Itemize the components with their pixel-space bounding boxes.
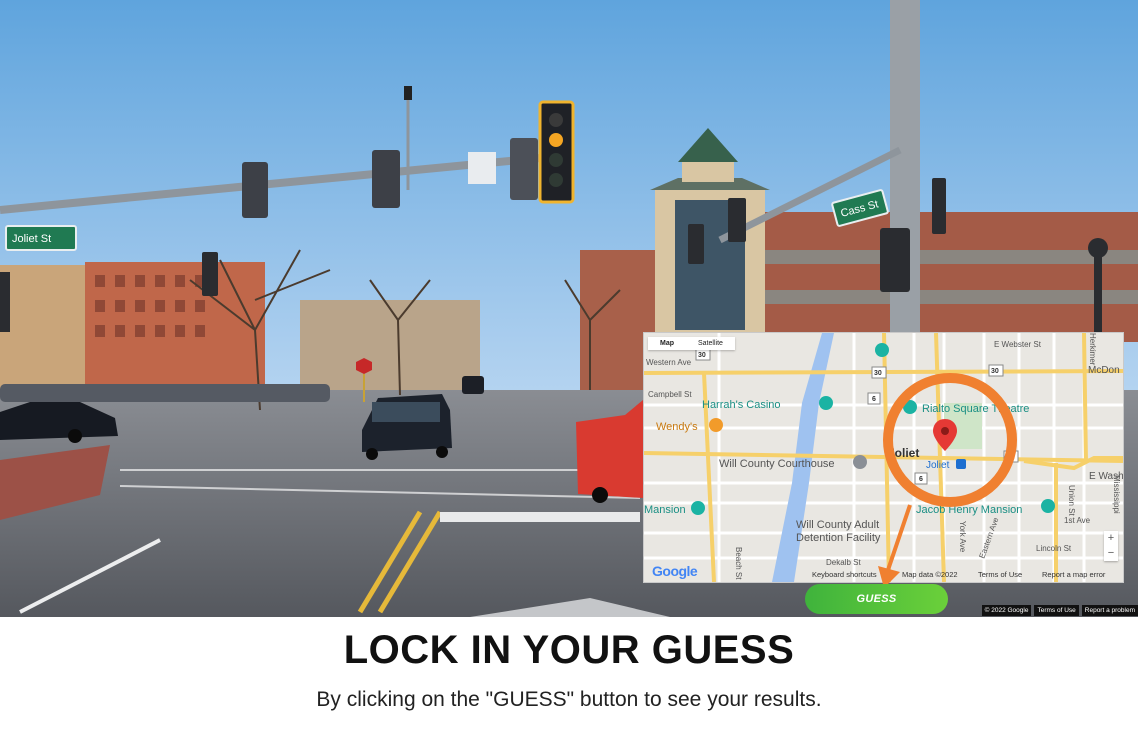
courthouse-icon[interactable] [853, 455, 867, 469]
zoom-out-button[interactable]: − [1104, 546, 1118, 561]
route-shield-2: 30 [874, 370, 882, 377]
route-shield-5: 6 [919, 476, 923, 483]
train-station-icon[interactable] [956, 459, 966, 469]
route-shield-3: 30 [991, 368, 999, 375]
museum-icon[interactable] [875, 343, 889, 357]
keyboard-shortcuts-link[interactable]: Keyboard shortcuts [812, 570, 877, 579]
museum-icon[interactable] [1041, 499, 1055, 513]
casino-icon[interactable] [819, 396, 833, 410]
map-label-union: Union St [1067, 485, 1076, 516]
map-label-mcdon: McDon [1088, 365, 1120, 376]
zoom-in-button[interactable]: + [1104, 531, 1118, 546]
route-shield-1: 30 [698, 352, 706, 359]
map-label-herkimer: Herkimer [1088, 333, 1097, 366]
streetview-report-link[interactable]: Report a problem [1081, 605, 1138, 616]
streetview-footer: © 2022 Google Terms of Use Report a prob… [981, 605, 1138, 616]
map-label-mississippi: Mississippi [1112, 475, 1121, 514]
map-place-jacob: Jacob Henry Mansion [916, 504, 1022, 516]
map-place-harrahs: Harrah's Casino [702, 399, 781, 411]
museum-icon[interactable] [691, 501, 705, 515]
map-label-e-webster: E Webster St [994, 340, 1042, 349]
map-place-joliet-station: Joliet [926, 460, 950, 471]
traffic-light-icon [538, 100, 575, 204]
map-place-wendys: Wendy's [656, 421, 698, 433]
zoom-control: + − [1104, 531, 1118, 561]
map-place-detention-1: Will County Adult [796, 519, 879, 531]
map-place-detention-2: Detention Facility [796, 532, 881, 544]
map-terms-link[interactable]: Terms of Use [978, 570, 1022, 579]
route-shield-4: 6 [872, 396, 876, 403]
map-place-mansion-left: Mansion [644, 504, 686, 516]
page-subtitle: By clicking on the "GUESS" button to see… [316, 688, 822, 711]
map-label-western: Western Ave [646, 358, 692, 367]
report-map-error-link[interactable]: Report a map error [1042, 570, 1105, 579]
page-title: LOCK IN YOUR GUESS [343, 628, 795, 672]
tab-satellite[interactable]: Satellite [686, 337, 735, 350]
google-logo: Google [652, 563, 698, 579]
street-sign-left: Joliet St [12, 233, 51, 245]
tab-map[interactable]: Map [648, 337, 686, 350]
map-label-dekalb: Dekalb St [826, 558, 861, 567]
guess-button[interactable]: GUESS [805, 584, 948, 614]
map-label-first-ave: 1st Ave [1064, 516, 1091, 525]
map-place-courthouse: Will County Courthouse [719, 458, 835, 470]
streetview-terms-link[interactable]: Terms of Use [1034, 605, 1079, 616]
map-place-rialto: Rialto Square Theatre [922, 403, 1029, 415]
map-label-campbell: Campbell St [648, 390, 692, 399]
map-type-tabs: Map Satellite [648, 337, 735, 350]
annotation-arrow-icon [878, 504, 912, 588]
restaurant-icon[interactable] [709, 418, 723, 432]
map-label-lincoln: Lincoln St [1036, 544, 1072, 553]
map-label-york: York Ave [958, 521, 967, 553]
streetview-copyright: © 2022 Google [981, 605, 1032, 616]
